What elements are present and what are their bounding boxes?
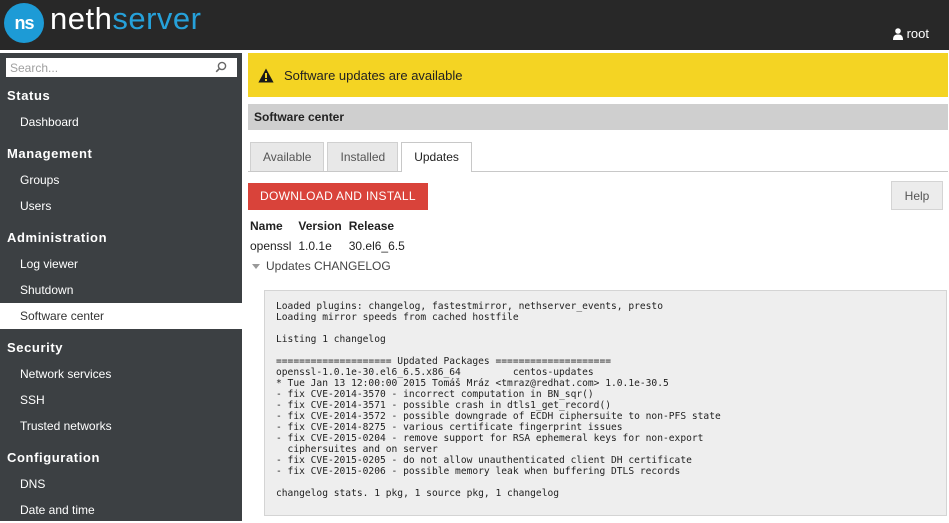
changelog-line: - fix CVE-2014-3571 - possible crash in … [276, 400, 612, 411]
changelog-line: - fix CVE-2014-3570 - incorrect computat… [276, 389, 594, 400]
changelog-line [276, 345, 935, 356]
tab-available[interactable]: Available [250, 142, 325, 171]
sidebar-section-management: Management [7, 146, 93, 161]
table-header-row: Name Version Release [250, 216, 412, 236]
tab-updates[interactable]: Updates [401, 142, 472, 172]
logo-text-neth: neth [50, 1, 113, 36]
changelog-line: - fix CVE-2015-0205 - do not allow unaut… [276, 455, 692, 466]
sidebar-item-ssh[interactable]: SSH [0, 387, 242, 413]
user-menu[interactable]: root [892, 26, 929, 41]
changelog-line: ciphersuites and on server [276, 444, 438, 455]
sidebar-section-configuration: Configuration [7, 450, 101, 465]
sidebar-item-shutdown[interactable]: Shutdown [0, 277, 242, 303]
changelog-line: Loading mirror speeds from cached hostfi… [276, 312, 519, 323]
logo-text: nethserver [50, 2, 201, 36]
sidebar-section-security: Security [7, 340, 64, 355]
caret-down-icon [252, 263, 260, 269]
cell-release: 30.el6_6.5 [348, 239, 405, 253]
sidebar-item-log-viewer[interactable]: Log viewer [0, 251, 242, 277]
column-header-release: Release [348, 219, 395, 233]
user-icon [892, 27, 903, 40]
search-box [6, 58, 237, 77]
changelog-output: Loaded plugins: changelog, fastestmirror… [264, 290, 947, 516]
sidebar-item-network-services[interactable]: Network services [0, 361, 242, 387]
search-icon[interactable] [215, 61, 227, 73]
changelog-line: openssl-1.0.1e-30.el6_6.5.x86_64 centos-… [276, 367, 594, 378]
sidebar-item-groups[interactable]: Groups [0, 167, 242, 193]
sidebar-item-users[interactable]: Users [0, 193, 242, 219]
user-name: root [906, 26, 929, 41]
logo-mark-icon: ns [4, 3, 44, 43]
alert-text: Software updates are available [284, 67, 463, 83]
changelog-line: changelog stats. 1 pkg, 1 source pkg, 1 … [276, 488, 560, 499]
changelog-line: - fix CVE-2014-3572 - possible downgrade… [276, 411, 721, 422]
help-button[interactable]: Help [891, 181, 943, 210]
download-and-install-button[interactable]: DOWNLOAD AND INSTALL [248, 183, 428, 210]
sidebar-item-dashboard[interactable]: Dashboard [0, 109, 242, 135]
updates-alert: Software updates are available [248, 53, 948, 97]
sidebar-item-dns[interactable]: DNS [0, 471, 242, 497]
search-input[interactable] [6, 58, 206, 77]
changelog-line: - fix CVE-2014-8275 - various certificat… [276, 422, 623, 433]
changelog-toggle[interactable]: Updates CHANGELOG [250, 256, 948, 276]
top-bar: ns nethserver root [0, 0, 949, 50]
sidebar-nav: Status Dashboard Management Groups Users Admi… [0, 83, 242, 523]
changelog-line: * Tue Jan 13 12:00:00 2015 Tomáš Mráz <t… [276, 378, 669, 389]
changelog-line: - fix CVE-2015-0204 - remove support for… [276, 433, 704, 444]
sidebar-item-software-center[interactable]: Software center [0, 303, 242, 329]
changelog-line: Loaded plugins: changelog, fastestmirror… [276, 301, 663, 312]
column-header-name: Name [250, 219, 283, 233]
main-content: Software updates are available Software … [248, 53, 948, 516]
sidebar-section-administration: Administration [7, 230, 108, 245]
changelog-line: - fix CVE-2015-0206 - possible memory le… [276, 466, 681, 477]
changelog-line [276, 323, 935, 334]
page-title: Software center [248, 104, 948, 130]
changelog-line: Listing 1 changelog [276, 334, 386, 345]
warning-icon [258, 68, 274, 82]
sidebar: Status Dashboard Management GroupsUsers Admi… [0, 53, 242, 521]
tab-bar: Available Installed Updates [248, 142, 948, 172]
tab-installed[interactable]: Installed [327, 142, 399, 171]
changelog-toggle-label: Updates CHANGELOG [266, 259, 391, 273]
sidebar-item-date-and-time[interactable]: Date and time [0, 497, 242, 523]
cell-version: 1.0.1e [298, 239, 332, 253]
changelog-line: ==================== Updated Packages ==… [276, 356, 612, 367]
table-row: openssl 1.0.1e 30.el6_6.5 [250, 236, 412, 256]
cell-name: openssl [250, 239, 292, 253]
sidebar-section-status: Status [7, 88, 51, 103]
column-header-version: Version [298, 219, 342, 233]
changelog-line [276, 477, 935, 488]
sidebar-item-trusted-networks[interactable]: Trusted networks [0, 413, 242, 439]
action-bar: DOWNLOAD AND INSTALL Help [248, 172, 948, 216]
nethserver-logo[interactable]: ns nethserver [4, 2, 201, 43]
updates-table: Name Version Release openssl 1.0.1e 30.e… [250, 216, 412, 256]
logo-text-server: server [112, 1, 202, 36]
